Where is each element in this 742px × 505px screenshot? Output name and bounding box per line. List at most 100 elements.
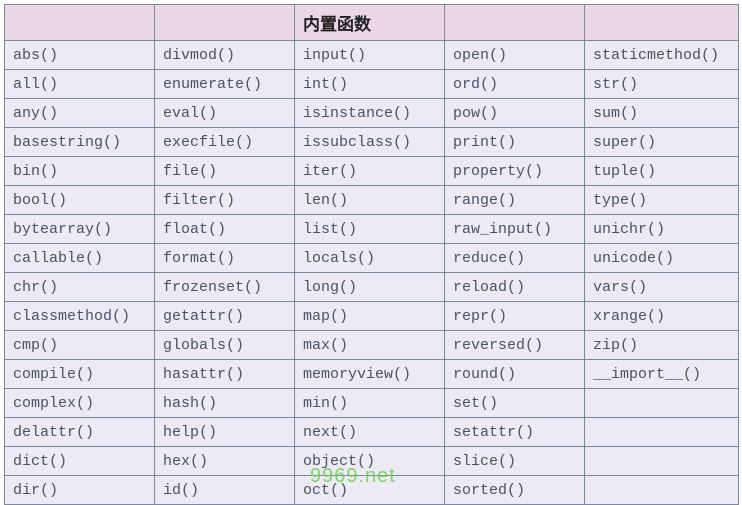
table-cell: divmod(): [155, 41, 295, 70]
table-cell: chr(): [5, 273, 155, 302]
table-cell: raw_input(): [445, 215, 585, 244]
table-cell: max(): [295, 331, 445, 360]
table-cell: iter(): [295, 157, 445, 186]
table-cell: unichr(): [585, 215, 739, 244]
table-cell: float(): [155, 215, 295, 244]
table-cell: any(): [5, 99, 155, 128]
table-cell: range(): [445, 186, 585, 215]
table-cell: slice(): [445, 447, 585, 476]
table-cell: complex(): [5, 389, 155, 418]
table-cell: globals(): [155, 331, 295, 360]
table-cell: pow(): [445, 99, 585, 128]
table-cell: object(): [295, 447, 445, 476]
table-cell: map(): [295, 302, 445, 331]
table-cell: zip(): [585, 331, 739, 360]
table-cell: isinstance(): [295, 99, 445, 128]
table-cell: dict(): [5, 447, 155, 476]
header-col-2: [155, 5, 295, 41]
table-row: dir()id()oct()sorted(): [5, 476, 739, 505]
table-cell: int(): [295, 70, 445, 99]
table-row: classmethod()getattr()map()repr()xrange(…: [5, 302, 739, 331]
table-cell: property(): [445, 157, 585, 186]
table-cell: memoryview(): [295, 360, 445, 389]
table-cell: next(): [295, 418, 445, 447]
table-row: callable()format()locals()reduce()unicod…: [5, 244, 739, 273]
table-cell: callable(): [5, 244, 155, 273]
table-cell: long(): [295, 273, 445, 302]
table-cell: print(): [445, 128, 585, 157]
table-cell: hash(): [155, 389, 295, 418]
table-row: chr()frozenset()long()reload()vars(): [5, 273, 739, 302]
table-cell: __import__(): [585, 360, 739, 389]
table-cell: execfile(): [155, 128, 295, 157]
table-row: compile()hasattr()memoryview()round()__i…: [5, 360, 739, 389]
table-cell: str(): [585, 70, 739, 99]
table-cell: list(): [295, 215, 445, 244]
table-cell: set(): [445, 389, 585, 418]
table-row: any()eval()isinstance()pow()sum(): [5, 99, 739, 128]
table-cell: file(): [155, 157, 295, 186]
table-cell: [585, 447, 739, 476]
table-row: delattr()help()next()setattr(): [5, 418, 739, 447]
table-cell: [585, 389, 739, 418]
table-cell: locals(): [295, 244, 445, 273]
table-cell: enumerate(): [155, 70, 295, 99]
table-row: bytearray()float()list()raw_input()unich…: [5, 215, 739, 244]
table-row: cmp()globals()max()reversed()zip(): [5, 331, 739, 360]
table-cell: super(): [585, 128, 739, 157]
table-cell: xrange(): [585, 302, 739, 331]
table-cell: filter(): [155, 186, 295, 215]
table-cell: bin(): [5, 157, 155, 186]
table-cell: repr(): [445, 302, 585, 331]
header-col-5: [585, 5, 739, 41]
table-cell: getattr(): [155, 302, 295, 331]
header-col-1: [5, 5, 155, 41]
table-cell: round(): [445, 360, 585, 389]
table-cell: unicode(): [585, 244, 739, 273]
table-cell: sorted(): [445, 476, 585, 505]
table-cell: delattr(): [5, 418, 155, 447]
table-cell: basestring(): [5, 128, 155, 157]
table-cell: abs(): [5, 41, 155, 70]
table-row: abs()divmod()input()open()staticmethod(): [5, 41, 739, 70]
table-header-row: 内置函数: [5, 5, 739, 41]
table-cell: id(): [155, 476, 295, 505]
table-cell: ord(): [445, 70, 585, 99]
table-cell: issubclass(): [295, 128, 445, 157]
table-cell: [585, 418, 739, 447]
table-cell: open(): [445, 41, 585, 70]
table-cell: len(): [295, 186, 445, 215]
table-cell: classmethod(): [5, 302, 155, 331]
table-cell: [585, 476, 739, 505]
table-body: abs()divmod()input()open()staticmethod()…: [5, 41, 739, 505]
table-cell: dir(): [5, 476, 155, 505]
table-cell: reversed(): [445, 331, 585, 360]
table-row: bin()file()iter()property()tuple(): [5, 157, 739, 186]
header-col-3-title: 内置函数: [295, 5, 445, 41]
table-cell: hasattr(): [155, 360, 295, 389]
table-cell: vars(): [585, 273, 739, 302]
table-cell: eval(): [155, 99, 295, 128]
table-cell: tuple(): [585, 157, 739, 186]
builtin-functions-table: 内置函数 abs()divmod()input()open()staticmet…: [4, 4, 739, 505]
table-cell: input(): [295, 41, 445, 70]
table-cell: reload(): [445, 273, 585, 302]
table-cell: all(): [5, 70, 155, 99]
table-row: bool()filter()len()range()type(): [5, 186, 739, 215]
table-cell: hex(): [155, 447, 295, 476]
table-cell: compile(): [5, 360, 155, 389]
table-cell: oct(): [295, 476, 445, 505]
table-row: complex()hash()min()set(): [5, 389, 739, 418]
table-cell: help(): [155, 418, 295, 447]
table-cell: bool(): [5, 186, 155, 215]
table-cell: frozenset(): [155, 273, 295, 302]
table-cell: sum(): [585, 99, 739, 128]
table-row: dict()hex()object()slice(): [5, 447, 739, 476]
table-cell: bytearray(): [5, 215, 155, 244]
table-row: basestring()execfile()issubclass()print(…: [5, 128, 739, 157]
table-row: all()enumerate()int()ord()str(): [5, 70, 739, 99]
table-cell: setattr(): [445, 418, 585, 447]
table-cell: staticmethod(): [585, 41, 739, 70]
table-cell: cmp(): [5, 331, 155, 360]
table-cell: reduce(): [445, 244, 585, 273]
